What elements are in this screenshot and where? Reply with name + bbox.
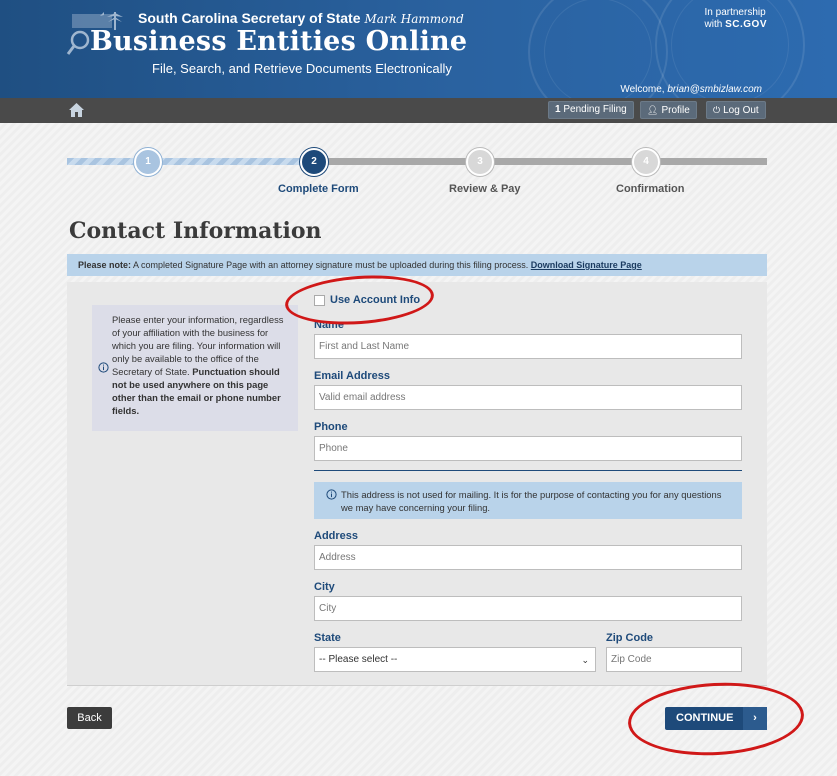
state-label: State xyxy=(314,632,341,644)
site-subtitle: File, Search, and Retrieve Documents Ele… xyxy=(152,61,452,76)
state-selected-value: -- Please select -- xyxy=(319,654,398,665)
info-icon xyxy=(326,489,337,503)
step-4-circle: 4 xyxy=(632,148,660,176)
address-label: Address xyxy=(314,530,359,542)
continue-button[interactable]: CONTINUE › xyxy=(665,707,767,730)
email-input[interactable] xyxy=(314,385,742,410)
scgov-logo: SC.GOV xyxy=(725,19,767,30)
step-4-label: Confirmation xyxy=(616,183,685,195)
phone-label: Phone xyxy=(314,421,348,433)
address-note: This address is not used for mailing. It… xyxy=(314,482,742,519)
address-note-text: This address is not used for mailing. It… xyxy=(341,489,722,513)
signature: Mark Hammond xyxy=(364,12,464,26)
user-icon: 👤︎ xyxy=(647,105,659,115)
download-signature-link[interactable]: Download Signature Page xyxy=(531,260,642,270)
chevron-right-icon: › xyxy=(743,707,767,730)
nav-bar: 1 Pending Filing 👤︎ Profile ⏻ Log Out xyxy=(0,98,837,123)
signature-note-bar: Please note: A completed Signature Page … xyxy=(67,254,767,276)
continue-label: CONTINUE xyxy=(676,712,734,724)
back-button[interactable]: Back xyxy=(67,707,112,729)
state-select[interactable]: -- Please select -- ⌄ xyxy=(314,647,596,672)
progress-track-remaining xyxy=(314,158,767,165)
step-1-circle: 1 xyxy=(134,148,162,176)
home-icon[interactable] xyxy=(68,102,85,118)
logout-button[interactable]: ⏻ Log Out xyxy=(706,101,766,119)
agency-name: South Carolina Secretary of State Mark Ha… xyxy=(138,10,464,26)
zip-input[interactable] xyxy=(606,647,742,672)
profile-button[interactable]: 👤︎ Profile xyxy=(640,101,697,119)
partner-badge: In partnership with SC.GOV xyxy=(704,7,767,30)
city-input[interactable] xyxy=(314,596,742,621)
power-icon: ⏻ xyxy=(713,105,721,115)
page-title: Contact Information xyxy=(69,218,322,244)
info-icon xyxy=(98,362,109,376)
progress-track-completed xyxy=(67,158,314,165)
name-label: Name xyxy=(314,319,344,331)
address-input[interactable] xyxy=(314,545,742,570)
step-2-label: Complete Form xyxy=(278,183,359,195)
site-header: South Carolina Secretary of State Mark Ha… xyxy=(0,0,837,98)
pending-filing-button[interactable]: 1 Pending Filing xyxy=(548,101,634,119)
step-3-circle: 3 xyxy=(466,148,494,176)
note-text: A completed Signature Page with an attor… xyxy=(131,260,531,270)
checkbox-box[interactable] xyxy=(314,295,325,306)
use-account-info-label[interactable]: Use Account Info xyxy=(330,294,420,306)
section-divider xyxy=(314,470,742,471)
name-input[interactable] xyxy=(314,334,742,359)
chevron-down-icon: ⌄ xyxy=(581,655,589,665)
step-3-label: Review & Pay xyxy=(449,183,521,195)
email-label: Email Address xyxy=(314,370,391,382)
note-prefix: Please note: xyxy=(78,260,132,270)
zip-label: Zip Code xyxy=(606,632,654,644)
welcome-message: Welcome, brian@smbizlaw.com xyxy=(620,84,762,95)
site-title: Business Entities Online xyxy=(90,26,468,57)
info-box: Please enter your information, regardles… xyxy=(92,305,298,431)
phone-input[interactable] xyxy=(314,436,742,461)
step-2-circle: 2 xyxy=(300,148,328,176)
city-label: City xyxy=(314,581,335,593)
